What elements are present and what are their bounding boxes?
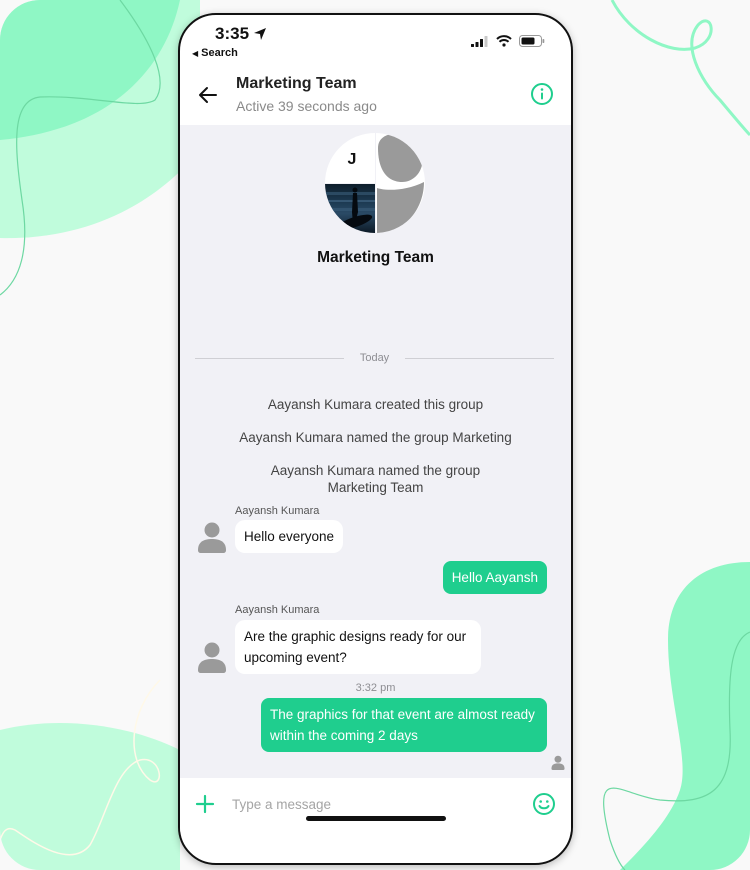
status-time: 3:35 [215, 24, 267, 44]
battery-icon [519, 35, 545, 47]
phone-frame: 3:35 ◀ Search Marketing Team Active 39 s… [178, 13, 573, 865]
chat-header: Marketing Team Active 39 seconds ago [180, 67, 571, 125]
group-name: Marketing Team [317, 249, 434, 266]
message-composer [180, 778, 571, 833]
message-timestamp: 3:32 pm [355, 682, 396, 694]
date-divider: Today [195, 350, 555, 366]
smiley-icon[interactable] [532, 792, 556, 816]
divider-line-right [405, 357, 555, 359]
outgoing-message[interactable]: Hello Aayansh [442, 561, 547, 594]
read-receipt-avatar-icon [551, 755, 565, 770]
silhouette-photo [325, 187, 375, 230]
incoming-message[interactable]: Hello everyone [235, 520, 344, 553]
location-arrow-icon [254, 28, 267, 40]
message-input[interactable] [232, 790, 512, 818]
user-avatar-icon [198, 642, 226, 673]
member-photo-avatar [325, 184, 375, 233]
signal-icon [471, 35, 488, 47]
curve-top-right [610, 0, 750, 137]
status-icons [471, 35, 545, 47]
active-status: Active 39 seconds ago [236, 98, 377, 114]
sender-name: Aayansh Kumara [235, 505, 320, 517]
date-label: Today [359, 352, 390, 364]
arrow-left-icon[interactable] [196, 83, 220, 107]
system-message: Aayansh Kumara created this group [267, 397, 484, 412]
chat-area[interactable]: J Marketing Team Today Aayansh Kumara cr… [180, 125, 571, 778]
sender-name: Aayansh Kumara [235, 604, 320, 616]
group-avatar[interactable]: J [325, 133, 425, 233]
system-message: Aayansh Kumara named the group Marketing… [270, 463, 481, 495]
plus-icon[interactable] [194, 793, 216, 815]
person-icon [377, 133, 424, 233]
info-icon[interactable] [530, 82, 554, 106]
status-bar: 3:35 ◀ Search [180, 15, 571, 65]
blob-bottom-left [0, 722, 180, 870]
back-triangle-icon: ◀ [192, 48, 199, 58]
home-indicator[interactable] [306, 816, 446, 821]
chat-title[interactable]: Marketing Team [236, 75, 357, 93]
system-message: Aayansh Kumara named the group Marketing [239, 430, 512, 445]
wifi-icon [496, 35, 512, 47]
member-default-avatar [376, 133, 425, 233]
incoming-message[interactable]: Are the graphic designs ready for our up… [235, 620, 481, 674]
user-avatar-icon [198, 522, 226, 553]
member-initial-avatar: J [325, 133, 375, 183]
divider-line-left [195, 357, 344, 359]
blob-bottom-right [620, 562, 750, 870]
outgoing-message[interactable]: The graphics for that event are almost r… [261, 698, 547, 752]
back-to-search-link[interactable]: ◀ Search [192, 47, 238, 59]
